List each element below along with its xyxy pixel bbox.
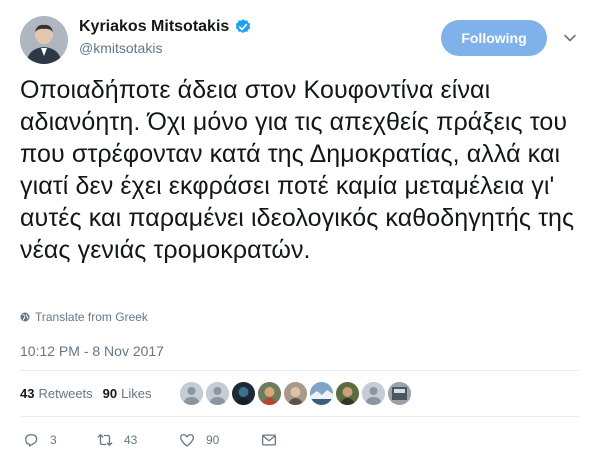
retweet-icon: [97, 434, 113, 446]
liker-avatar[interactable]: [284, 382, 307, 405]
tweet-actions: 3 43 90: [22, 431, 278, 449]
like-icon: [179, 434, 195, 447]
retweet-count: 43: [124, 433, 138, 447]
verified-icon: [236, 19, 251, 34]
liker-avatar[interactable]: [206, 382, 229, 405]
reply-action[interactable]: 3: [22, 431, 96, 449]
like-count: 90: [206, 433, 220, 447]
tweet-stats: 43 Retweets 90 Likes: [20, 386, 152, 401]
chevron-down-icon[interactable]: [562, 30, 578, 46]
like-action[interactable]: 90: [178, 431, 260, 449]
retweet-action[interactable]: 43: [96, 431, 178, 449]
retweets-label: Retweets: [38, 386, 93, 401]
author-avatar[interactable]: [20, 16, 68, 64]
reply-icon: [25, 434, 38, 447]
liker-avatar[interactable]: [232, 382, 255, 405]
liker-avatar[interactable]: [336, 382, 359, 405]
divider: [20, 370, 579, 371]
retweets-stat[interactable]: 43 Retweets: [20, 386, 93, 401]
liker-avatar[interactable]: [258, 382, 281, 405]
likes-label: Likes: [121, 386, 152, 401]
divider: [20, 416, 579, 417]
retweets-count: 43: [20, 386, 35, 401]
direct-message-icon: [261, 434, 277, 446]
translate-link[interactable]: Translate from Greek: [20, 310, 148, 324]
direct-message-action[interactable]: [260, 431, 278, 449]
liker-avatar[interactable]: [362, 382, 385, 405]
liker-avatars: [180, 382, 411, 405]
likes-count: 90: [102, 386, 118, 401]
globe-icon: [20, 312, 30, 322]
author-display-name[interactable]: Kyriakos Mitsotakis: [79, 18, 229, 36]
following-button[interactable]: Following: [441, 20, 547, 56]
liker-avatar[interactable]: [388, 382, 411, 405]
reply-count: 3: [50, 433, 57, 447]
avatar-image: [20, 16, 68, 64]
translate-label: Translate from Greek: [35, 310, 148, 324]
liker-avatar[interactable]: [180, 382, 203, 405]
liker-avatar[interactable]: [310, 382, 333, 405]
tweet-text: Οποιαδήποτε άδεια στον Κουφοντίνα είναι …: [20, 76, 575, 264]
likes-stat[interactable]: 90 Likes: [103, 386, 152, 401]
author-handle[interactable]: @kmitsotakis: [79, 40, 162, 56]
author-name-row: Kyriakos Mitsotakis: [79, 18, 252, 36]
tweet-timestamp[interactable]: 10:12 PM - 8 Nov 2017: [20, 343, 164, 359]
